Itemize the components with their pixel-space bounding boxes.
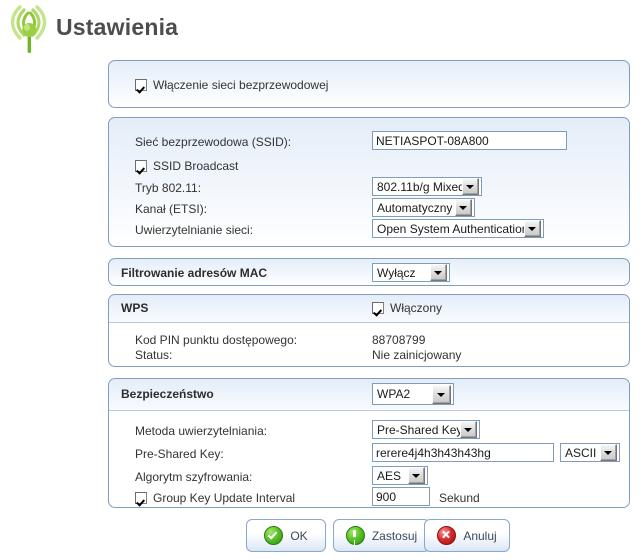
- group-key-update-row[interactable]: Group Key Update Interval: [135, 491, 295, 505]
- wireless-signal-icon: [6, 4, 54, 56]
- wps-pin-label: Kod PIN punktu dostępowego:: [135, 333, 298, 347]
- channel-select-value: Automatyczny: [377, 200, 453, 215]
- wireless-settings-panel: Sieć bezprzewodowa (SSID): SSID Broadcas…: [108, 117, 630, 247]
- chevron-down-icon[interactable]: [408, 467, 425, 484]
- ssid-broadcast-row[interactable]: SSID Broadcast: [135, 159, 238, 173]
- mode-select-value: 802.11b/g Mixed: [377, 179, 462, 194]
- security-panel-header: Bezpieczeństwo WPA2: [109, 379, 629, 411]
- page-title: Ustawienia: [56, 14, 179, 40]
- chevron-down-icon[interactable]: [524, 220, 541, 237]
- channel-label: Kanał (ETSI):: [135, 202, 208, 216]
- psk-format-select[interactable]: ASCII: [560, 443, 620, 462]
- chevron-down-icon[interactable]: [462, 178, 479, 195]
- page-header: Ustawienia: [0, 0, 644, 56]
- security-panel: Bezpieczeństwo WPA2 Metoda uwierzytelnia…: [108, 378, 630, 508]
- mac-filter-title: Filtrowanie adresów MAC: [121, 266, 268, 280]
- auth-method-label: Metoda uwierzytelniania:: [135, 424, 268, 438]
- wps-status-value: Nie zainicjowany: [372, 348, 462, 362]
- mac-filter-select[interactable]: Wyłącz: [372, 263, 450, 282]
- check-circle-icon: [264, 526, 284, 545]
- wireless-enable-row[interactable]: Włączenie sieci bezprzewodowej: [135, 78, 328, 92]
- auth-label: Uwierzytelnianie sieci:: [135, 223, 254, 237]
- wps-enabled-label: Włączony: [390, 301, 443, 315]
- apply-button[interactable]: Zastosuj: [333, 519, 430, 552]
- wps-title: WPS: [121, 301, 149, 315]
- auth-select[interactable]: Open System Authentication: [372, 219, 544, 238]
- ssid-broadcast-checkbox[interactable]: [135, 160, 147, 172]
- chevron-down-icon[interactable]: [432, 384, 451, 404]
- security-mode-select[interactable]: WPA2: [372, 383, 454, 405]
- security-mode-select-value: WPA2: [377, 387, 411, 401]
- mac-filter-panel: Filtrowanie adresów MAC Wyłącz: [108, 258, 630, 286]
- auth-select-value: Open System Authentication: [377, 221, 524, 236]
- encryption-algo-label: Algorytm szyfrowania:: [135, 470, 253, 484]
- auth-method-select[interactable]: Pre-Shared Key: [372, 420, 480, 439]
- auth-method-select-value: Pre-Shared Key: [377, 422, 460, 437]
- close-circle-icon: [437, 526, 457, 545]
- wireless-enable-checkbox[interactable]: [135, 79, 147, 91]
- mac-filter-select-value: Wyłącz: [377, 265, 416, 280]
- encryption-algo-select[interactable]: AES: [372, 466, 428, 485]
- wireless-enable-label: Włączenie sieci bezprzewodowej: [153, 78, 329, 92]
- group-key-update-input[interactable]: [372, 487, 430, 506]
- chevron-down-icon[interactable]: [600, 444, 617, 461]
- wps-enabled-checkbox[interactable]: [372, 302, 384, 314]
- wps-enabled-row[interactable]: Włączony: [372, 301, 442, 315]
- chevron-down-icon[interactable]: [455, 199, 472, 216]
- apply-circle-icon: [345, 526, 365, 545]
- group-key-update-checkbox[interactable]: [135, 492, 147, 504]
- chevron-down-icon[interactable]: [460, 421, 477, 438]
- ok-button[interactable]: OK: [246, 519, 326, 552]
- wps-pin-value: 88708799: [372, 333, 426, 347]
- wps-panel: WPS Włączony Kod PIN punktu dostępowego:…: [108, 294, 630, 367]
- ok-button-label: OK: [290, 528, 308, 543]
- wps-panel-header: WPS Włączony: [109, 295, 629, 323]
- channel-select[interactable]: Automatyczny: [372, 198, 475, 217]
- mode-select[interactable]: 802.11b/g Mixed: [372, 177, 482, 196]
- ssid-broadcast-label: SSID Broadcast: [153, 159, 239, 173]
- apply-button-label: Zastosuj: [371, 528, 418, 543]
- mode-label: Tryb 802.11:: [135, 181, 202, 195]
- chevron-down-icon[interactable]: [430, 264, 447, 281]
- psk-label: Pre-Shared Key:: [135, 447, 224, 461]
- ssid-input[interactable]: [372, 131, 567, 150]
- cancel-button[interactable]: Anuluj: [424, 519, 510, 552]
- psk-input[interactable]: [372, 443, 554, 462]
- group-key-update-unit: Sekund: [439, 491, 480, 505]
- psk-format-select-value: ASCII: [565, 445, 597, 460]
- wireless-enable-panel: Włączenie sieci bezprzewodowej: [108, 60, 630, 108]
- security-title: Bezpieczeństwo: [121, 387, 214, 401]
- group-key-update-label: Group Key Update Interval: [153, 491, 296, 505]
- wps-status-label: Status:: [135, 348, 173, 362]
- cancel-button-label: Anuluj: [463, 528, 497, 543]
- ssid-label: Sieć bezprzewodowa (SSID):: [135, 135, 292, 149]
- button-bar: OK Zastosuj Anuluj: [0, 519, 644, 559]
- encryption-algo-select-value: AES: [377, 468, 402, 483]
